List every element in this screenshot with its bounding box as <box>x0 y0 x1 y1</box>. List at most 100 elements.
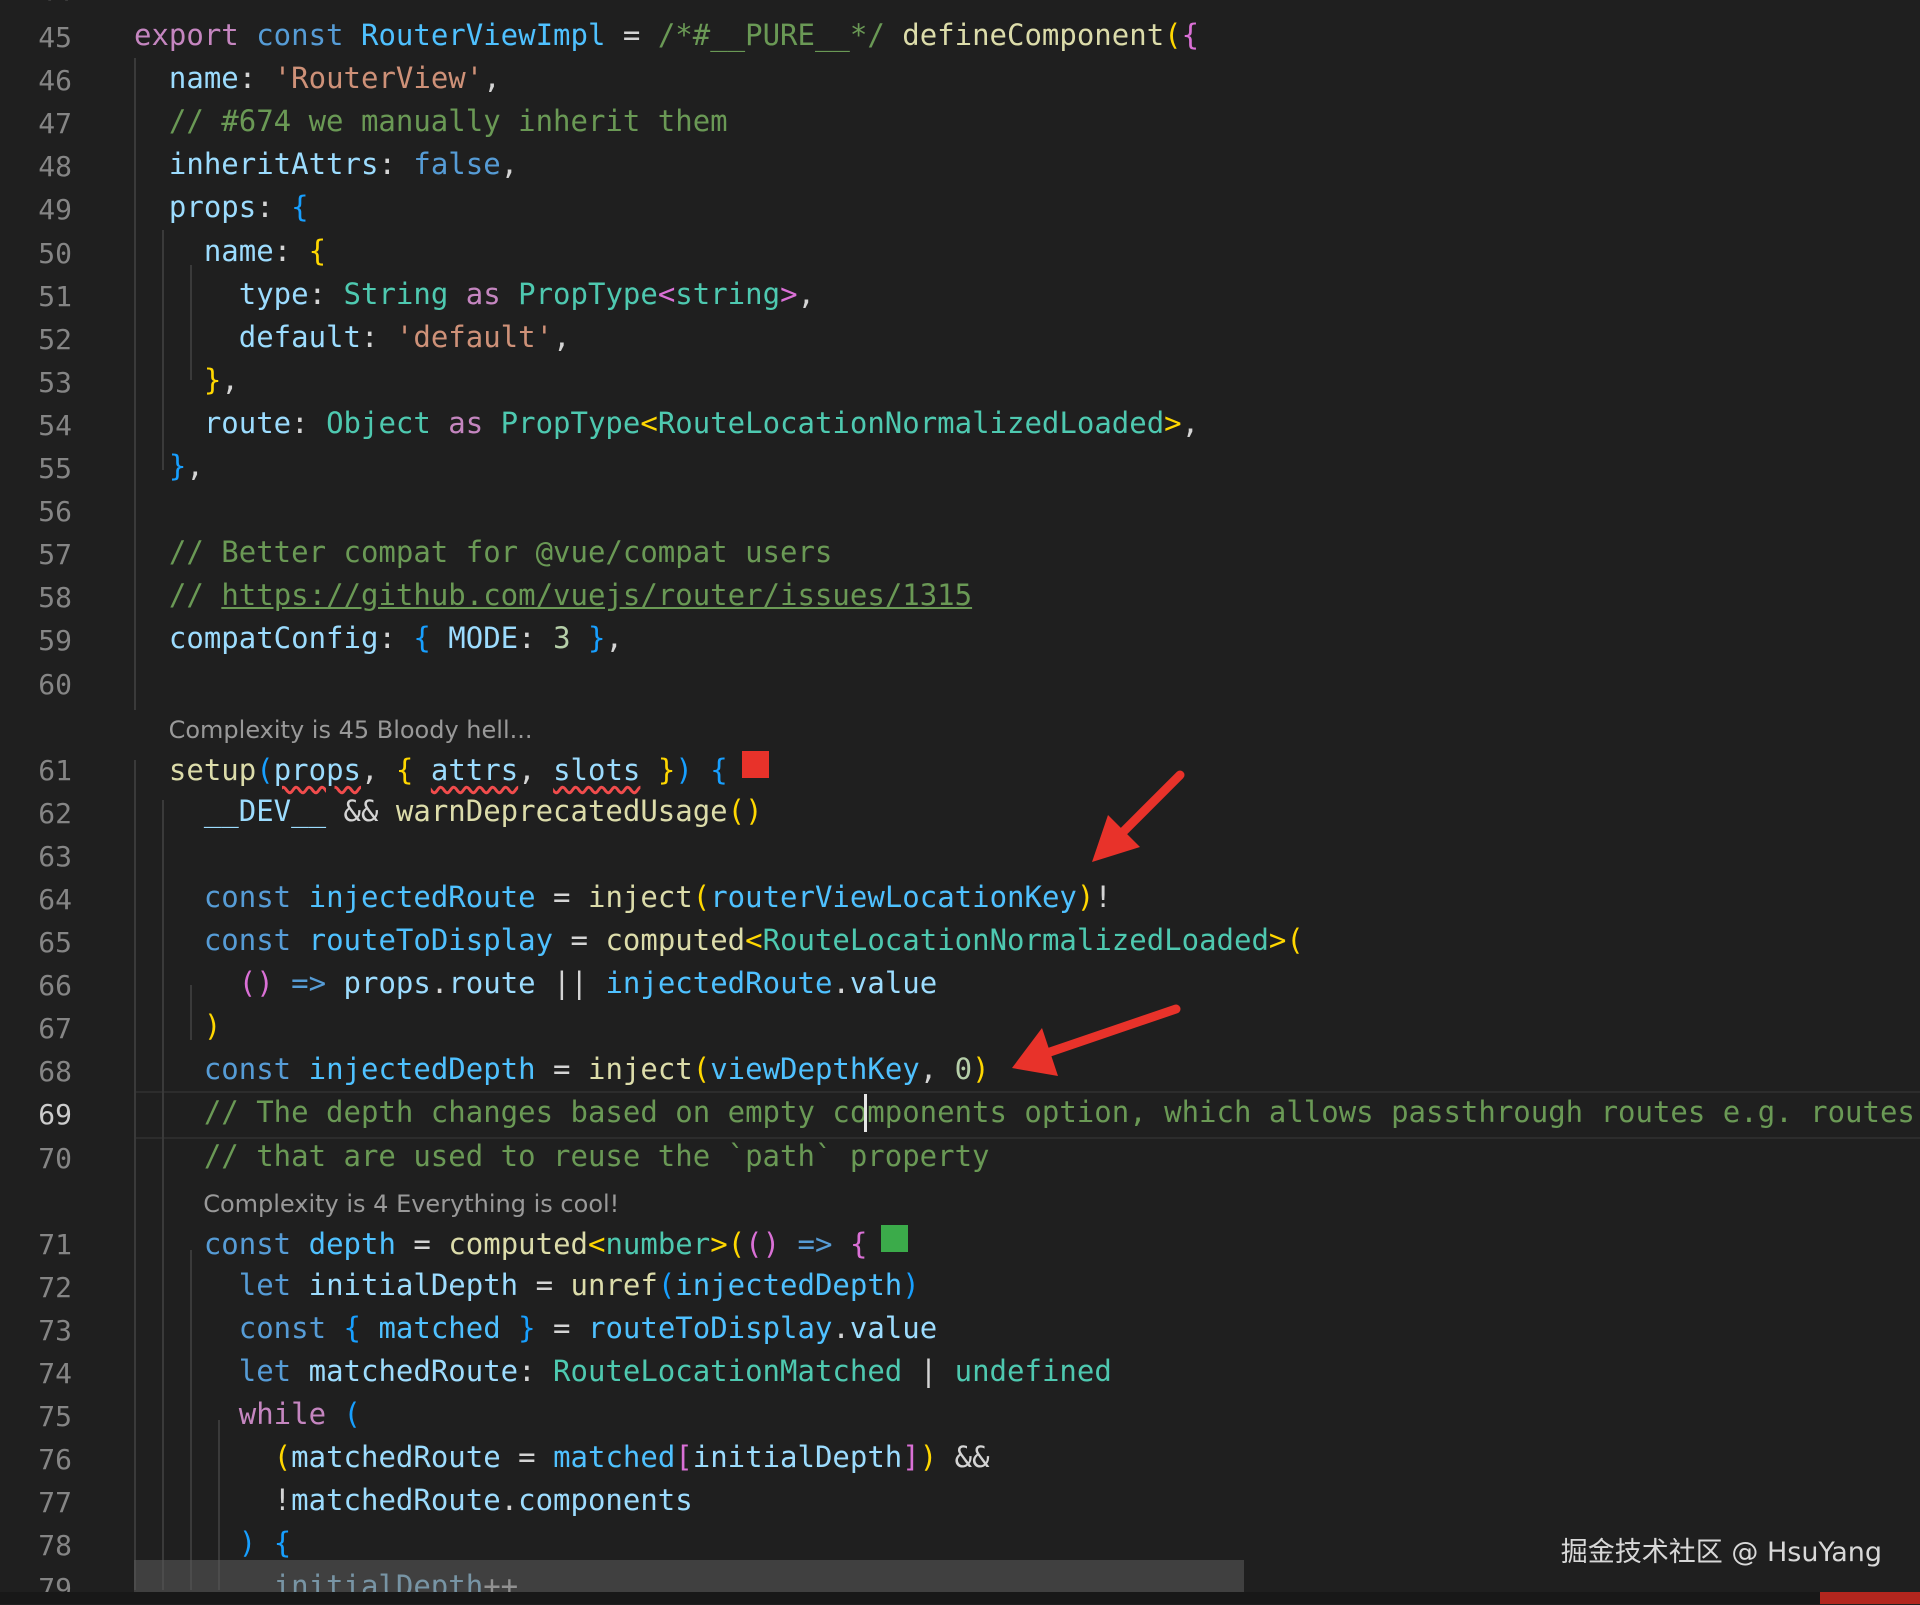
horizontal-scrollbar-thumb[interactable] <box>134 1560 1244 1596</box>
code-token: // The depth changes based on empty comp… <box>134 1095 1915 1130</box>
code-token: . <box>832 966 850 1001</box>
code-token: 'RouterView' <box>273 61 484 96</box>
line-number: 56 <box>38 495 72 529</box>
code-line[interactable]: // https://github.com/vuejs/router/issue… <box>134 578 972 612</box>
code-line[interactable]: let initialDepth = unref(injectedDepth) <box>134 1268 920 1302</box>
code-token: false <box>413 147 501 182</box>
code-token: , <box>483 61 501 96</box>
code-token: routerViewLocationKey <box>710 879 1077 914</box>
code-token: name <box>134 61 239 96</box>
line-number: 70 <box>38 1141 72 1175</box>
code-line[interactable]: type: String as PropType<string>, <box>134 277 815 311</box>
line-number: 60 <box>38 667 72 701</box>
code-token: < <box>657 276 676 311</box>
code-line[interactable]: () => props.route || injectedRoute.value <box>134 966 937 1000</box>
code-token: ) <box>134 1526 274 1561</box>
code-line[interactable]: (matchedRoute = matched[initialDepth]) &… <box>134 1440 990 1474</box>
code-token: { <box>710 752 728 787</box>
code-token: components <box>518 1483 693 1518</box>
code-line[interactable]: while ( <box>134 1397 361 1431</box>
code-token: const <box>134 1052 309 1087</box>
line-number: 75 <box>38 1400 72 1433</box>
code-line[interactable]: inheritAttrs: false, <box>134 147 518 181</box>
code-token: { <box>273 1526 292 1561</box>
code-line[interactable]: const injectedDepth = inject(viewDepthKe… <box>134 1052 990 1086</box>
code-token: ) <box>972 1052 990 1087</box>
code-token: < <box>640 405 658 440</box>
code-token: () <box>745 1226 781 1261</box>
line-number: 47 <box>38 107 72 141</box>
code-line[interactable]: props: { <box>134 190 309 224</box>
code-line[interactable]: let matchedRoute: RouteLocationMatched |… <box>134 1354 1112 1388</box>
code-token: => <box>273 966 344 1001</box>
code-line[interactable]: // that are used to reuse the `path` pro… <box>134 1139 990 1173</box>
code-token: , <box>500 147 519 182</box>
code-token: PropType <box>518 276 658 311</box>
code-token: setup <box>134 752 257 787</box>
code-token: const <box>134 879 309 914</box>
code-token: { <box>1181 18 1200 52</box>
code-line[interactable]: }, <box>134 449 204 483</box>
code-token: : <box>273 233 309 268</box>
code-token: default <box>134 319 361 354</box>
line-number: 45 <box>38 21 72 54</box>
code-token: , <box>605 621 623 656</box>
codelens-complexity[interactable]: Complexity is 4 Everything is cool! <box>203 1190 619 1218</box>
code-editor[interactable]: 44 export const RouterViewImpl = /*#__PU… <box>0 0 1920 1605</box>
code-token: while <box>134 1397 344 1431</box>
code-line[interactable]: ) <box>134 1009 221 1043</box>
line-number: 76 <box>38 1443 72 1477</box>
code-line[interactable]: !matchedRoute.components <box>134 1483 693 1517</box>
code-token: PropType <box>500 405 641 440</box>
code-token: matchedRoute <box>291 1440 501 1475</box>
code-line[interactable]: // The depth changes based on empty comp… <box>134 1095 1915 1129</box>
code-line[interactable]: route: Object as PropType<RouteLocationN… <box>134 406 1199 440</box>
code-token: ( <box>692 879 711 914</box>
line-number: 69 <box>38 1098 72 1132</box>
line-number: 46 <box>38 64 72 98</box>
code-token: route <box>134 405 292 440</box>
code-token: | <box>902 1353 955 1388</box>
line-number: 48 <box>38 150 72 184</box>
code-token: } <box>134 362 222 397</box>
code-token: inheritAttrs <box>134 147 379 182</box>
code-line[interactable]: const depth = computed<number>(() => { <box>134 1224 909 1261</box>
code-line[interactable]: name: 'RouterView', <box>134 61 501 95</box>
status-bar-remote-indicator[interactable] <box>1820 1592 1920 1604</box>
code-token: } <box>570 621 606 656</box>
code-line[interactable]: const injectedRoute = inject(routerViewL… <box>134 880 1112 914</box>
code-token: const <box>256 18 361 52</box>
code-token: depth <box>308 1226 396 1261</box>
code-token: < <box>745 923 763 957</box>
code-line[interactable]: default: 'default', <box>134 320 571 354</box>
code-token: { <box>291 190 309 225</box>
code-token: matchedRoute <box>308 1353 519 1388</box>
code-token: { <box>343 1310 361 1345</box>
code-line[interactable]: setup(props, { attrs, slots }) { <box>134 750 769 787</box>
code-token: 3 <box>553 621 571 656</box>
line-number: 73 <box>38 1313 72 1347</box>
code-token: , <box>186 449 204 483</box>
code-token: const <box>134 1310 344 1345</box>
code-token: . <box>500 1483 519 1518</box>
code-line[interactable]: const routeToDisplay = computed<RouteLoc… <box>134 923 1304 957</box>
code-line[interactable]: // Better compat for @vue/compat users <box>134 535 832 569</box>
code-token: && <box>937 1440 990 1475</box>
code-token: ( <box>727 1226 746 1261</box>
code-token: props <box>273 752 361 787</box>
code-token: } <box>518 1310 536 1345</box>
code-token: matched <box>360 1310 519 1345</box>
code-line[interactable]: compatConfig: { MODE: 3 }, <box>134 621 623 655</box>
code-token: = <box>395 1226 449 1261</box>
code-line[interactable]: }, <box>134 363 239 397</box>
code-token: : <box>256 190 292 225</box>
codelens-complexity[interactable]: Complexity is 45 Bloody hell... <box>169 716 533 744</box>
code-line[interactable]: const { matched } = routeToDisplay.value <box>134 1311 937 1345</box>
code-line[interactable]: export const RouterViewImpl = /*#__PURE_… <box>134 18 1199 52</box>
code-line[interactable]: ) { <box>134 1526 291 1560</box>
code-line[interactable]: // #674 we manually inherit them <box>134 104 728 138</box>
code-line[interactable]: name: { <box>134 234 326 268</box>
code-token: viewDepthKey <box>710 1052 920 1087</box>
code-line[interactable]: __DEV__ && warnDeprecatedUsage() <box>134 794 763 828</box>
complexity-high-badge <box>741 750 769 778</box>
